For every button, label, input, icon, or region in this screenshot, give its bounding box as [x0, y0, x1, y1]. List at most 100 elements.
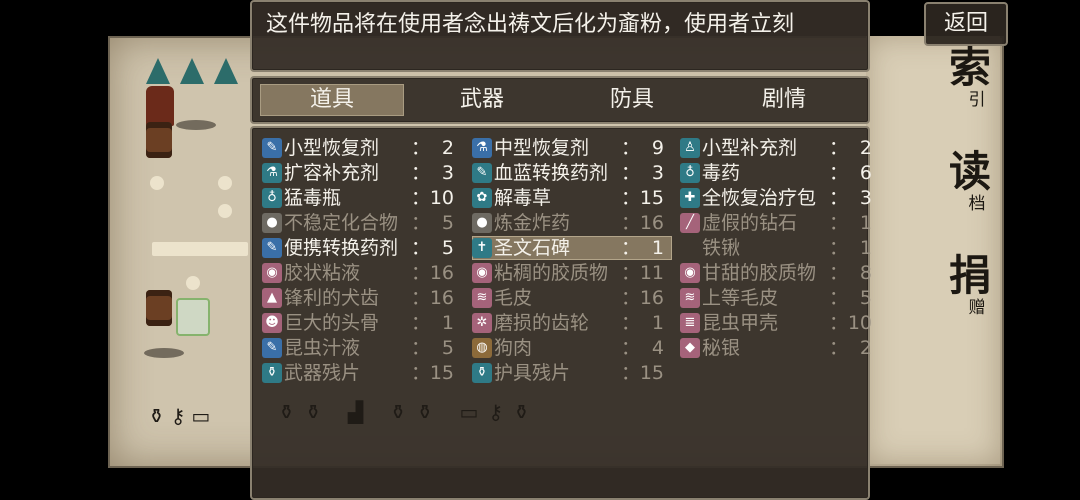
item-separator: ： — [828, 287, 848, 309]
barrel-sprite — [146, 122, 172, 158]
syringe-icon: ✎ — [262, 238, 282, 258]
item-row[interactable]: ⚱ 护具残片 15： — [472, 361, 672, 385]
item-name: 解毒草 — [494, 187, 552, 209]
item-name: 巨大的头骨 — [284, 312, 380, 334]
item-name: 炼金炸药 — [494, 212, 571, 234]
load-sub-label: 档 — [968, 194, 986, 214]
item-count: 3 — [859, 187, 872, 209]
item-row[interactable]: ⚗ 扩容补充剂 3 ： — [262, 161, 462, 185]
pouch-icon: ⚱ — [472, 363, 492, 383]
item-row[interactable]: ◆ 秘银 2 ： — [680, 336, 880, 360]
donate-button[interactable]: 捐 赠 — [940, 254, 1000, 319]
item-row[interactable]: ✝ 圣文石碑 1 ： — [472, 236, 672, 260]
flask-icon: ⚗ — [472, 138, 492, 158]
empty-icon — [680, 238, 700, 258]
hero-sprite — [176, 298, 210, 336]
back-button[interactable]: 返回 — [924, 2, 1008, 46]
item-count: 1 — [441, 312, 454, 334]
item-count: 6 — [859, 162, 872, 184]
slime-icon: ◉ — [472, 263, 492, 283]
tab-story[interactable]: 剧情 — [712, 84, 856, 116]
map-bottom-icons: ⚱⚷▭ — [148, 404, 217, 428]
item-count: 15 — [639, 187, 664, 209]
item-row[interactable]: ♁ 毒药 6 ： — [680, 161, 880, 185]
item-row[interactable]: ⚗ 中型恢复剂 9 ： — [472, 136, 672, 160]
item-row[interactable]: ✎ 血蓝转换药剂 3 ： — [472, 161, 672, 185]
item-count: 10 — [847, 312, 872, 334]
slime-icon: ◉ — [680, 263, 700, 283]
item-row[interactable]: ♙ 小型补充剂 2 ： — [680, 136, 880, 160]
item-row[interactable]: ● 炼金炸药 16： — [472, 211, 672, 235]
item-row[interactable]: ≋ 上等毛皮 5 ： — [680, 286, 880, 310]
item-count: 8 — [859, 262, 872, 284]
flask-icon: ⚗ — [262, 163, 282, 183]
category-window: 道具 武器 防具 剧情 — [250, 76, 870, 124]
item-count: 5 — [441, 237, 454, 259]
tab-items[interactable]: 道具 — [260, 84, 404, 116]
item-separator: ： — [410, 237, 430, 259]
item-count: 15 — [639, 362, 664, 384]
poison-bottle-icon: ♁ — [262, 188, 282, 208]
fur-icon: ≋ — [472, 288, 492, 308]
item-row[interactable]: 铁锹 1 ： — [680, 236, 880, 260]
item-row[interactable]: ◉ 甘甜的胶质物 8 ： — [680, 261, 880, 285]
enemy-sprite — [146, 86, 174, 126]
item-row[interactable]: ✎ 便携转换药剂 5 ： — [262, 236, 462, 260]
item-count: 16 — [639, 287, 664, 309]
item-row[interactable]: ╱ 虚假的钻石 1 ： — [680, 211, 880, 235]
item-count: 2 — [859, 337, 872, 359]
item-row[interactable]: ≣ 昆虫甲壳 10： — [680, 311, 880, 335]
item-row[interactable]: ♁ 猛毒瓶 10： — [262, 186, 462, 210]
item-separator: ： — [620, 287, 640, 309]
index-sub-label: 引 — [968, 90, 986, 110]
inventory-deco-icons: ⚱⚱ ▟ ⚱⚱ ▭⚷⚱ — [278, 400, 540, 424]
path-bar — [152, 242, 248, 256]
item-row[interactable]: ◍ 狗肉 4 ： — [472, 336, 672, 360]
item-row[interactable]: ✲ 磨损的齿轮 1 ： — [472, 311, 672, 335]
item-row[interactable]: ⚱ 武器残片 15： — [262, 361, 462, 385]
item-row[interactable]: ☻ 巨大的头骨 1 ： — [262, 311, 462, 335]
item-row[interactable]: ▲ 锋利的犬齿 16： — [262, 286, 462, 310]
item-count: 1 — [651, 237, 664, 259]
figure-icon: ♙ — [680, 138, 700, 158]
item-separator: ： — [620, 337, 640, 359]
item-row[interactable]: ✿ 解毒草 15： — [472, 186, 672, 210]
item-name: 毒药 — [702, 162, 741, 184]
tab-weapons[interactable]: 武器 — [410, 84, 554, 116]
item-separator: ： — [828, 262, 848, 284]
item-name: 铁锹 — [702, 237, 741, 259]
item-separator: ： — [410, 337, 430, 359]
potion-icon: ✎ — [472, 163, 492, 183]
fur-icon: ≋ — [680, 288, 700, 308]
item-separator: ： — [410, 162, 430, 184]
index-button[interactable]: 索 引 — [940, 43, 1000, 111]
medkit-icon: ✚ — [680, 188, 700, 208]
help-window: 这件物品将在使用者念出祷文后化为齑粉，使用者立刻 — [250, 0, 870, 72]
shadow — [176, 120, 216, 130]
item-row[interactable]: ✚ 全恢复治疗包 3 ： — [680, 186, 880, 210]
item-description: 这件物品将在使用者念出祷文后化为齑粉，使用者立刻 — [266, 12, 795, 37]
item-list-window: ⚱⚱ ▟ ⚱⚱ ▭⚷⚱ ✎ 小型恢复剂 2： ⚗ 扩容补充剂 3： ♁ 猛毒瓶 10： ● 不稳定化… — [250, 126, 872, 500]
load-button[interactable]: 读 档 — [940, 150, 1000, 215]
wand-icon: ╱ — [680, 213, 700, 233]
item-row[interactable]: ≋ 毛皮 16： — [472, 286, 672, 310]
index-label: 索 — [948, 43, 991, 92]
item-name: 圣文石碑 — [494, 237, 571, 259]
item-count: 15 — [429, 362, 454, 384]
item-separator: ： — [620, 362, 640, 384]
item-name: 秘银 — [702, 337, 741, 359]
item-row[interactable]: ◉ 粘稠的胶质物 11： — [472, 261, 672, 285]
item-separator: ： — [410, 287, 430, 309]
item-count: 16 — [639, 212, 664, 234]
item-count: 5 — [859, 287, 872, 309]
slime-icon: ◉ — [262, 263, 282, 283]
tab-armor[interactable]: 防具 — [560, 84, 704, 116]
item-row[interactable]: ◉ 胶状粘液 16： — [262, 261, 462, 285]
item-row[interactable]: ● 不稳定化合物 5 ： — [262, 211, 462, 235]
path-dot — [150, 176, 164, 190]
item-separator: ： — [828, 312, 848, 334]
pine-tree — [214, 58, 238, 84]
item-count: 11 — [639, 262, 664, 284]
item-row[interactable]: ✎ 小型恢复剂 2 ： — [262, 136, 462, 160]
item-row[interactable]: ✎ 昆虫汁液 5 ： — [262, 336, 462, 360]
